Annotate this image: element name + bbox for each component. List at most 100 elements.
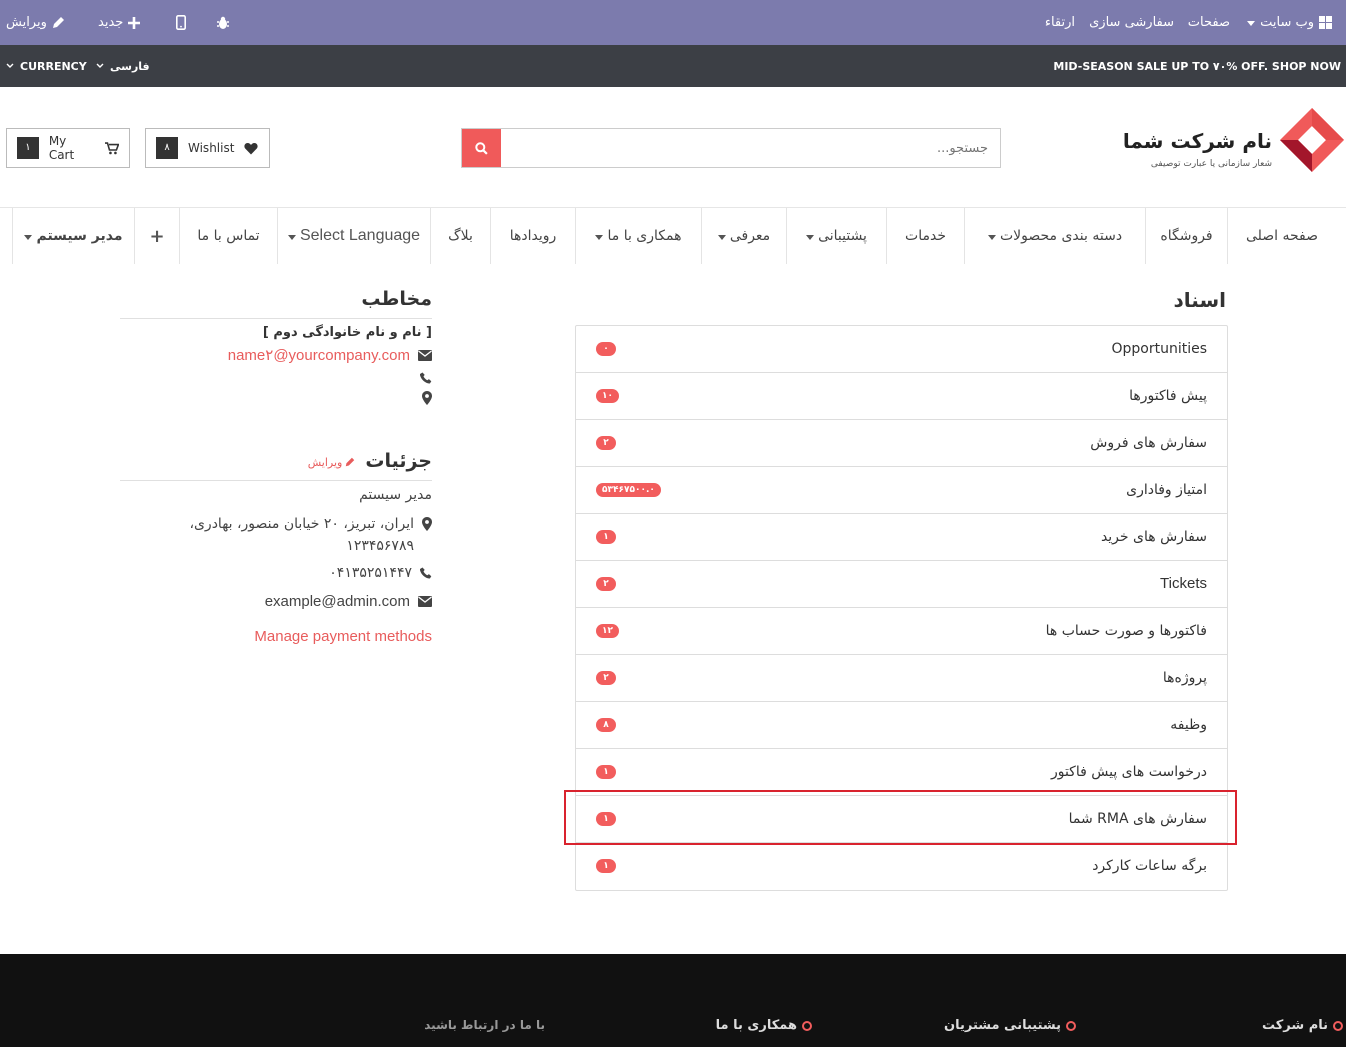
doc-row-purchase-orders[interactable]: سفارش های خرید ۱ bbox=[576, 514, 1227, 561]
doc-row-label: پروژه‌ها bbox=[1162, 670, 1207, 686]
doc-row-projects[interactable]: پروژه‌ها ۲ bbox=[576, 655, 1227, 702]
doc-row-rfq[interactable]: درخواست های پیش فاکتور ۱ bbox=[576, 749, 1227, 796]
nav-item-about[interactable]: معرفی bbox=[701, 208, 786, 264]
contact-email[interactable]: name۲@yourcompany.com bbox=[228, 346, 410, 364]
doc-row-quotations[interactable]: پیش فاکتورها ۱۰ bbox=[576, 373, 1227, 420]
doc-row-loyalty-points[interactable]: امتیاز وفاداری ۵۳۴۶۷۵۰۰.۰ bbox=[576, 467, 1227, 514]
site-header: ۱ My Cart ۸ Wishlist نام شرکت شما شعار س… bbox=[0, 87, 1346, 208]
pages-menu[interactable]: صفحات bbox=[1188, 0, 1230, 45]
promo-text: MID-SEASON SALE UP TO ۷۰% OFF. SHOP NOW bbox=[1053, 59, 1341, 73]
documents-title: اسناد bbox=[1173, 288, 1226, 312]
details-title: جزئیات bbox=[365, 450, 432, 472]
doc-count-badge: ۲ bbox=[596, 577, 616, 591]
contact-name: [ نام و نام خانوادگی دوم ] bbox=[262, 325, 432, 340]
cart-button[interactable]: ۱ My Cart bbox=[6, 128, 130, 168]
website-menu[interactable]: وب سایت bbox=[1241, 0, 1332, 45]
nav-item-categories[interactable]: دسته بندی محصولات bbox=[964, 208, 1145, 264]
mobile-preview-button[interactable] bbox=[176, 0, 186, 45]
nav-item-select-language[interactable]: Select Language bbox=[277, 208, 430, 264]
edit-button[interactable]: ویرایش bbox=[6, 0, 65, 45]
doc-row-label: Opportunities bbox=[1111, 341, 1207, 357]
nav-item-jobs[interactable]: همکاری با ما bbox=[575, 208, 701, 264]
bug-icon bbox=[217, 16, 229, 29]
admin-topbar: وب سایت صفحات سفارشی سازی ارتقاء جدید وی… bbox=[0, 0, 1346, 45]
footer-col-company: نام شرکت bbox=[1262, 1018, 1343, 1033]
currency-dropdown[interactable]: CURRENCY bbox=[6, 45, 87, 87]
nav-item-label: خدمات bbox=[905, 228, 946, 244]
contact-email-line: name۲@yourcompany.com bbox=[120, 346, 432, 364]
doc-count-badge: ۱۲ bbox=[596, 624, 619, 638]
new-button-label: جدید bbox=[98, 15, 124, 30]
new-button[interactable]: جدید bbox=[98, 0, 141, 45]
customize-menu[interactable]: سفارشی سازی bbox=[1089, 0, 1174, 45]
customize-menu-label: سفارشی سازی bbox=[1089, 15, 1174, 30]
plus-icon: + bbox=[149, 225, 165, 247]
apps-grid-icon bbox=[1319, 16, 1332, 29]
doc-row-tasks[interactable]: وظیفه ۸ bbox=[576, 702, 1227, 749]
manage-payment-link[interactable]: Manage payment methods bbox=[120, 628, 432, 645]
contact-title: مخاطب bbox=[120, 288, 432, 319]
company-logo[interactable]: نام شرکت شما شعار سازمانی یا عبارت توصیف… bbox=[1123, 107, 1344, 189]
search-button[interactable] bbox=[462, 129, 501, 167]
nav-item-label: پشتیبانی bbox=[818, 228, 867, 244]
promo-link[interactable]: MID-SEASON SALE UP TO ۷۰% OFF. SHOP NOW bbox=[1053, 45, 1341, 87]
footer-col-jobs: همکاری با ما bbox=[716, 1018, 812, 1033]
search-bar bbox=[461, 128, 1001, 168]
doc-row-label: سفارش های خرید bbox=[1100, 529, 1207, 545]
search-input[interactable] bbox=[501, 129, 1000, 167]
circle-icon bbox=[802, 1020, 812, 1031]
nav-item-label: همکاری با ما bbox=[607, 228, 682, 244]
envelope-icon bbox=[418, 349, 432, 361]
footer-col-title: نام شرکت bbox=[1261, 1018, 1328, 1033]
details-email-line: example@admin.com bbox=[120, 593, 432, 610]
nav-item-shop[interactable]: فروشگاه bbox=[1145, 208, 1227, 264]
doc-row-invoices[interactable]: فاکتورها و صورت حساب ها ۱۲ bbox=[576, 608, 1227, 655]
details-edit-link[interactable]: ویرایش bbox=[308, 456, 356, 469]
nav-item-contact[interactable]: تماس با ما bbox=[179, 208, 277, 264]
nav-item-services[interactable]: خدمات bbox=[886, 208, 964, 264]
doc-count-badge: ۵۳۴۶۷۵۰۰.۰ bbox=[596, 483, 661, 497]
doc-count-badge: ۲ bbox=[596, 671, 616, 685]
doc-row-label: برگه ساعات کارکرد bbox=[1092, 858, 1207, 874]
circle-icon bbox=[1333, 1020, 1343, 1031]
nav-item-label: رویدادها bbox=[509, 228, 557, 244]
doc-row-sales-orders[interactable]: سفارش های فروش ۲ bbox=[576, 420, 1227, 467]
doc-row-opportunities[interactable]: Opportunities ۰ bbox=[576, 326, 1227, 373]
nav-item-label: دسته بندی محصولات bbox=[999, 228, 1123, 244]
nav-item-home[interactable]: صفحه اصلی bbox=[1227, 208, 1336, 264]
promo-bar: MID-SEASON SALE UP TO ۷۰% OFF. SHOP NOW … bbox=[0, 45, 1346, 87]
nav-item-label: تماس با ما bbox=[197, 228, 260, 244]
doc-row-label: وظیفه bbox=[1170, 717, 1207, 733]
doc-row-tickets[interactable]: Tickets ۲ bbox=[576, 561, 1227, 608]
cart-count-badge: ۱ bbox=[17, 137, 39, 159]
currency-label: CURRENCY bbox=[20, 59, 87, 73]
main-nav: صفحه اصلی فروشگاه دسته بندی محصولات خدما… bbox=[0, 208, 1346, 264]
site-footer: نام شرکت پشتیبانی مشتریان همکاری با ما ب… bbox=[0, 954, 1346, 1047]
footer-col-title: پشتیبانی مشتریان bbox=[944, 1018, 1061, 1033]
nav-item-events[interactable]: رویدادها bbox=[490, 208, 575, 264]
language-dropdown[interactable]: فارسی bbox=[96, 45, 150, 87]
nav-item-blog[interactable]: بلاگ bbox=[430, 208, 490, 264]
chevron-down-icon bbox=[6, 63, 14, 68]
map-marker-icon bbox=[422, 391, 432, 405]
footer-col-support: پشتیبانی مشتریان bbox=[944, 1018, 1076, 1033]
plus-icon bbox=[128, 16, 141, 29]
nav-item-user-menu[interactable]: مدیر سیستم bbox=[12, 208, 134, 264]
doc-row-label: درخواست های پیش فاکتور bbox=[1050, 764, 1207, 780]
nav-item-label: بلاگ bbox=[448, 228, 473, 244]
nav-add-button[interactable]: + bbox=[134, 208, 179, 264]
map-marker-icon bbox=[422, 517, 432, 531]
doc-count-badge: ۲ bbox=[596, 436, 616, 450]
upgrade-link[interactable]: ارتقاء bbox=[1045, 0, 1075, 45]
upgrade-link-label: ارتقاء bbox=[1044, 15, 1075, 30]
doc-row-timesheets[interactable]: برگه ساعات کارکرد ۱ bbox=[576, 843, 1227, 890]
doc-count-badge: ۱۰ bbox=[596, 389, 619, 403]
caret-down-icon bbox=[24, 234, 33, 240]
caret-down-icon bbox=[595, 234, 604, 240]
debug-button[interactable] bbox=[216, 0, 230, 45]
doc-row-label: سفارش های فروش bbox=[1090, 435, 1207, 451]
doc-count-badge: ۱ bbox=[596, 765, 616, 779]
company-tagline: شعار سازمانی یا عبارت توصیفی bbox=[1150, 159, 1272, 169]
wishlist-button[interactable]: ۸ Wishlist bbox=[145, 128, 270, 168]
nav-item-support[interactable]: پشتیبانی bbox=[786, 208, 886, 264]
